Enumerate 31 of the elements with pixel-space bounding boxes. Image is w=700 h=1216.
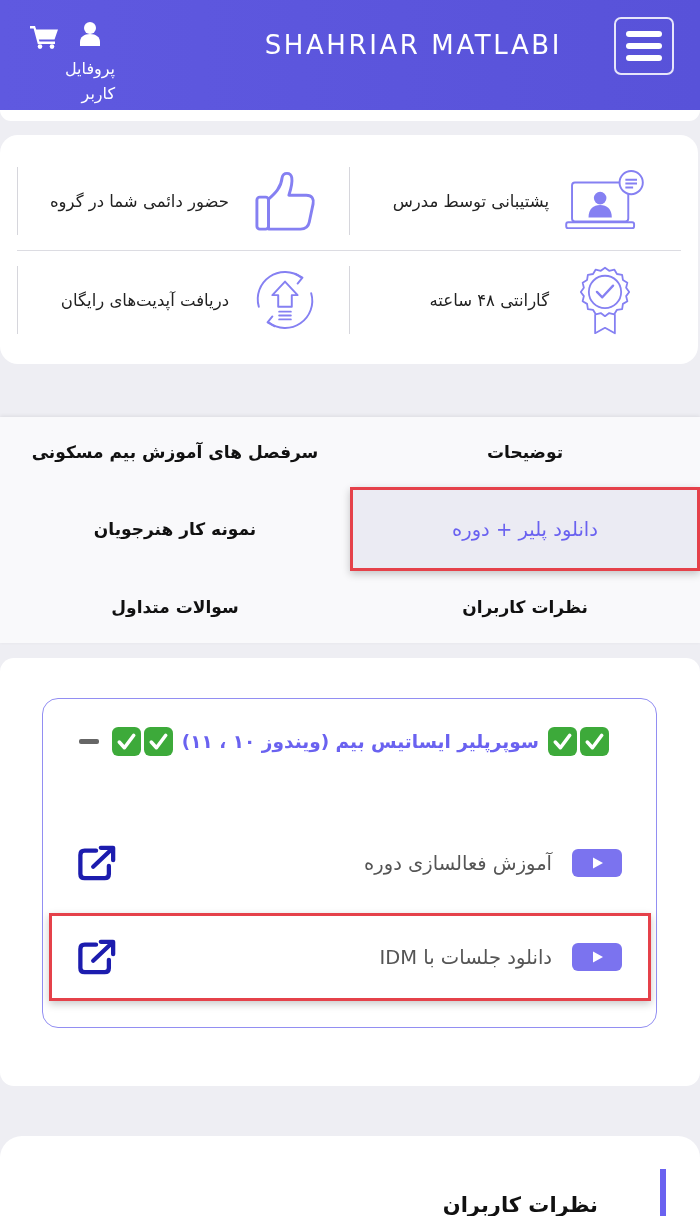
external-link-icon[interactable] [76, 844, 118, 882]
profile-link[interactable]: پروفایل کاربر [58, 17, 122, 106]
tab[interactable]: نظرات کاربران [350, 571, 700, 643]
menu-icon [626, 31, 662, 61]
check-mark-icon [548, 726, 577, 756]
external-link-icon[interactable] [76, 938, 118, 976]
site-title[interactable]: SHAHRIAR MATLABI [264, 29, 562, 61]
feature-label: پشتیبانی توسط مدرس [392, 191, 549, 211]
cart-icon[interactable] [30, 25, 58, 49]
tab[interactable]: توضیحات [350, 417, 700, 487]
lesson-link[interactable]: دانلود جلسات با IDM [49, 913, 651, 1001]
check-mark-icon [111, 726, 141, 756]
accordion-title[interactable]: سوپرپلیر ایساتیس بیم (ویندوز ۱۰ ، ۱۱) [181, 730, 539, 752]
menu-button[interactable] [614, 17, 674, 75]
lesson-link[interactable]: آموزش فعالسازی دوره [49, 819, 651, 907]
play-icon [572, 943, 622, 971]
check-mark-icon [143, 726, 173, 756]
rosette-check-icon [578, 265, 632, 335]
accent-bar [660, 1169, 666, 1216]
user-icon [80, 22, 100, 46]
feature-label: حضور دائمی شما در گروه [49, 191, 229, 211]
check-mark-icon [580, 726, 609, 756]
tab[interactable]: سرفصل های آموزش بیم مسکونی [0, 417, 350, 487]
tab[interactable]: سوالات متداول [0, 571, 350, 643]
thumbs-up-icon [254, 170, 316, 232]
feature-label: دریافت آپدیت‌های رایگان [60, 290, 229, 310]
feature-label: گارانتی ۴۸ ساعته [429, 290, 549, 310]
minus-icon[interactable] [79, 738, 99, 744]
play-icon [572, 849, 622, 877]
tab[interactable]: دانلود پلیر + دوره [350, 487, 700, 571]
tab[interactable]: نمونه کار هنرجویان [0, 487, 350, 571]
